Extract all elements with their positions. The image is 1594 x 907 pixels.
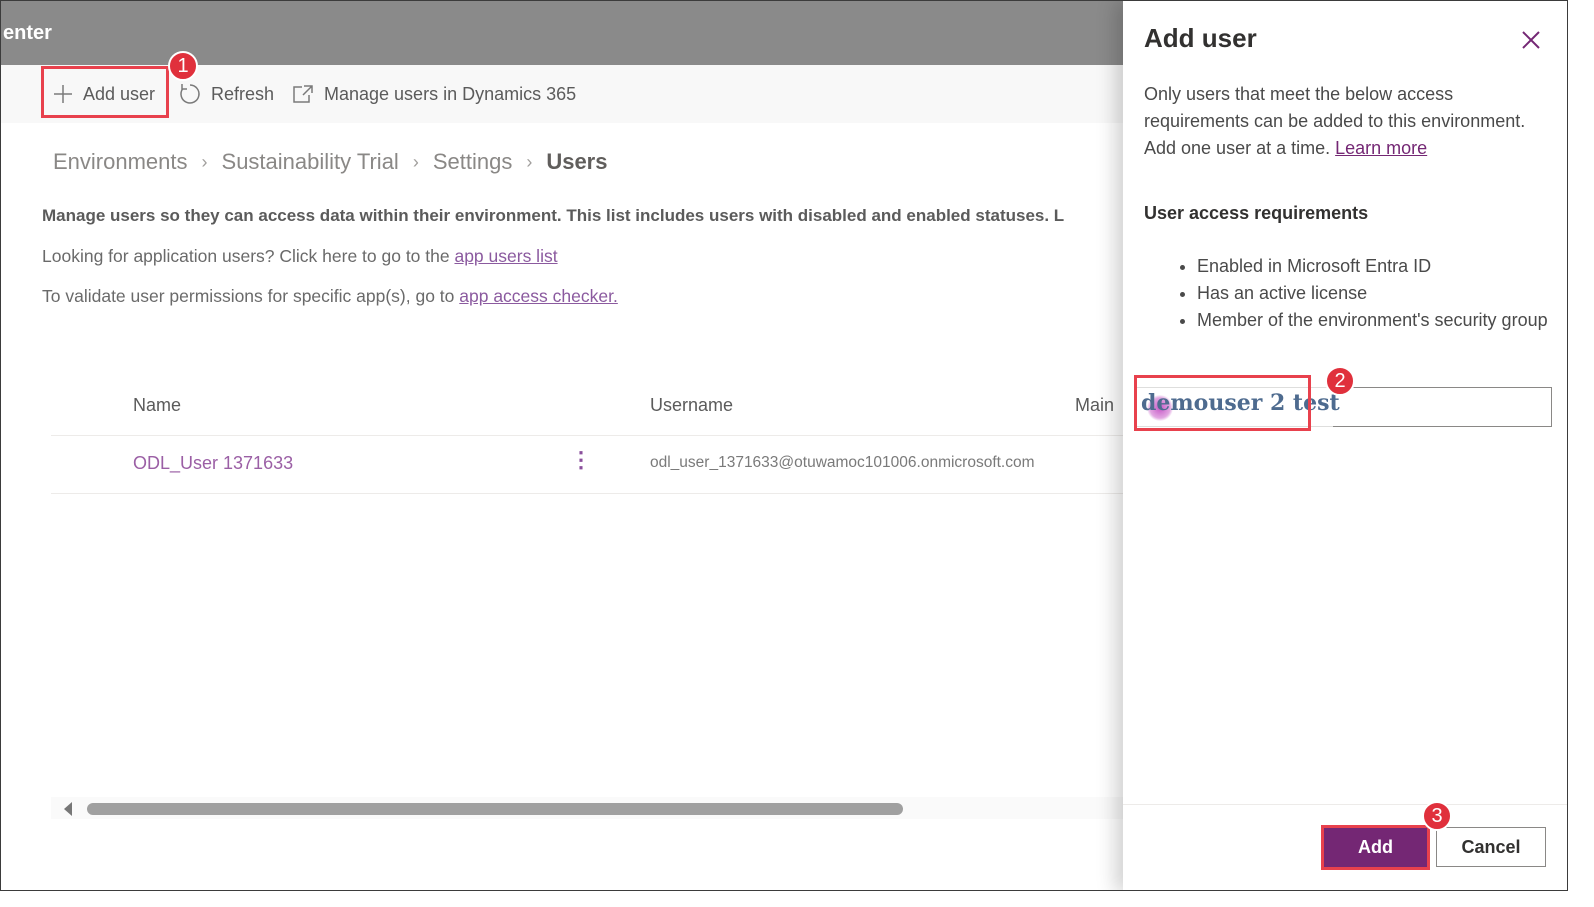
step-badge-2: 2 [1325,366,1355,396]
table-row-username: odl_user_1371633@otuwamoc101006.onmicros… [650,454,1035,471]
refresh-label: Refresh [211,83,275,104]
app-users-list-link[interactable]: app users list [454,246,557,266]
breadcrumb-users: Users [546,149,608,174]
panel-footer-divider [1123,804,1567,805]
app-frame: enter Add user Refresh Manage users in D… [0,0,1568,891]
step-badge-3: 3 [1422,801,1452,831]
page-description: Manage users so they can access data wit… [42,206,1065,225]
manage-dynamics-label: Manage users in Dynamics 365 [324,83,577,104]
refresh-icon [180,84,200,104]
requirement-item: Enabled in Microsoft Entra ID [1197,253,1557,280]
requirement-item: Has an active license [1197,280,1557,307]
app-users-hint-text: Looking for application users? Click her… [42,246,455,266]
table-row-divider [51,493,1123,494]
column-header-name[interactable]: Name [133,395,181,416]
app-access-checker-link[interactable]: app access checker. [459,286,618,306]
more-icon[interactable]: ⋮ [570,447,592,473]
app-checker-hint: To validate user permissions for specifi… [42,286,618,307]
requirement-item: Member of the environment's security gro… [1197,307,1557,334]
panel-title: Add user [1144,23,1257,53]
breadcrumb-settings[interactable]: Settings [433,149,513,175]
requirements-heading: User access requirements [1144,203,1369,223]
column-header-username[interactable]: Username [650,395,733,416]
highlight-box-add-user [41,66,169,118]
chevron-right-icon: › [201,151,208,172]
highlight-box-add [1321,825,1430,870]
column-header-main[interactable]: Main [1075,395,1114,416]
highlight-box-input [1134,375,1311,431]
chevron-right-icon: › [526,151,533,172]
breadcrumb-environments[interactable]: Environments [53,149,188,175]
add-user-panel: Add user Only users that meet the below … [1123,1,1567,890]
app-checker-hint-text: To validate user permissions for specifi… [42,286,460,306]
scrollbar-thumb[interactable] [87,803,903,815]
requirements-list: Enabled in Microsoft Entra ID Has an act… [1175,253,1557,334]
table-row-name-link[interactable]: ODL_User 1371633 [133,453,293,474]
scroll-left-arrow-icon[interactable] [64,802,72,816]
panel-description: Only users that meet the below access re… [1144,81,1549,162]
close-icon[interactable] [1520,29,1542,51]
breadcrumb: Environments › Sustainability Trial › Se… [53,149,607,175]
chevron-right-icon: › [412,151,419,172]
learn-more-link[interactable]: Learn more [1335,138,1427,158]
app-users-hint: Looking for application users? Click her… [42,246,558,267]
manage-dynamics-button[interactable]: Manage users in Dynamics 365 [292,65,576,123]
cancel-button[interactable]: Cancel [1436,827,1546,867]
breadcrumb-environment-name[interactable]: Sustainability Trial [222,149,399,175]
table-header-divider [51,435,1123,436]
step-badge-1: 1 [168,51,198,81]
app-title: enter [3,22,52,44]
external-link-icon [293,85,313,103]
